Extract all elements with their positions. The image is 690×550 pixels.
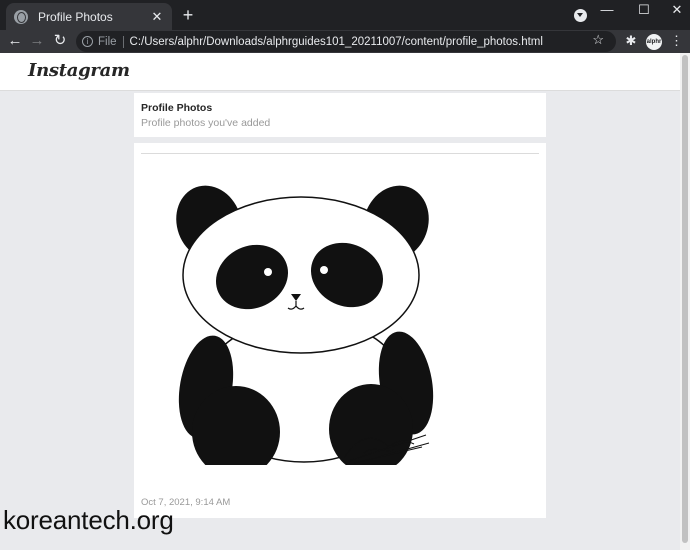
- tab-title: Profile Photos: [38, 9, 113, 24]
- tab-search-icon[interactable]: [574, 9, 587, 22]
- tab-strip: Profile Photos ✕ + — ☐ ✕: [0, 0, 690, 30]
- divider: [122, 35, 124, 48]
- extensions-icon[interactable]: ✱: [623, 33, 639, 49]
- watermark: koreantech.org: [3, 505, 174, 535]
- site-header: Instagram: [0, 53, 680, 91]
- globe-icon: [14, 9, 28, 24]
- maximize-button[interactable]: ☐: [634, 2, 654, 18]
- scheme-label: File: [98, 35, 117, 48]
- menu-icon[interactable]: ⋮: [670, 33, 683, 49]
- photo-card: Oct 7, 2021, 9:14 AM: [134, 143, 546, 518]
- minimize-button[interactable]: —: [597, 2, 617, 17]
- instagram-logo: Instagram: [28, 60, 130, 81]
- panda-photo[interactable]: [164, 165, 444, 465]
- tab-profile-photos[interactable]: Profile Photos ✕: [6, 3, 172, 30]
- section-header-card: Profile Photos Profile photos you've add…: [134, 93, 546, 137]
- close-window-button[interactable]: ✕: [667, 2, 687, 18]
- page-content: Instagram Profile Photos Profile photos …: [0, 53, 680, 550]
- info-icon[interactable]: i: [82, 36, 93, 47]
- browser-toolbar: ← → ↻ i File C:/Users/alphr/Downloads/al…: [0, 30, 690, 53]
- reload-button[interactable]: ↻: [51, 32, 69, 50]
- bookmark-star-icon[interactable]: ☆: [592, 32, 604, 48]
- page-scrollbar[interactable]: [680, 53, 690, 550]
- forward-button[interactable]: →: [28, 32, 46, 50]
- scrollbar-thumb[interactable]: [682, 55, 688, 543]
- divider: [141, 153, 539, 154]
- profile-avatar[interactable]: alphr: [646, 34, 662, 50]
- section-subheading: Profile photos you've added: [141, 117, 271, 129]
- new-tab-button[interactable]: +: [178, 5, 198, 26]
- url-text[interactable]: C:/Users/alphr/Downloads/alphrguides101_…: [130, 36, 543, 48]
- address-bar[interactable]: i File C:/Users/alphr/Downloads/alphrgui…: [76, 31, 616, 52]
- section-heading: Profile Photos: [141, 102, 213, 114]
- tab-close-icon[interactable]: ✕: [150, 9, 164, 25]
- back-button[interactable]: ←: [6, 32, 24, 50]
